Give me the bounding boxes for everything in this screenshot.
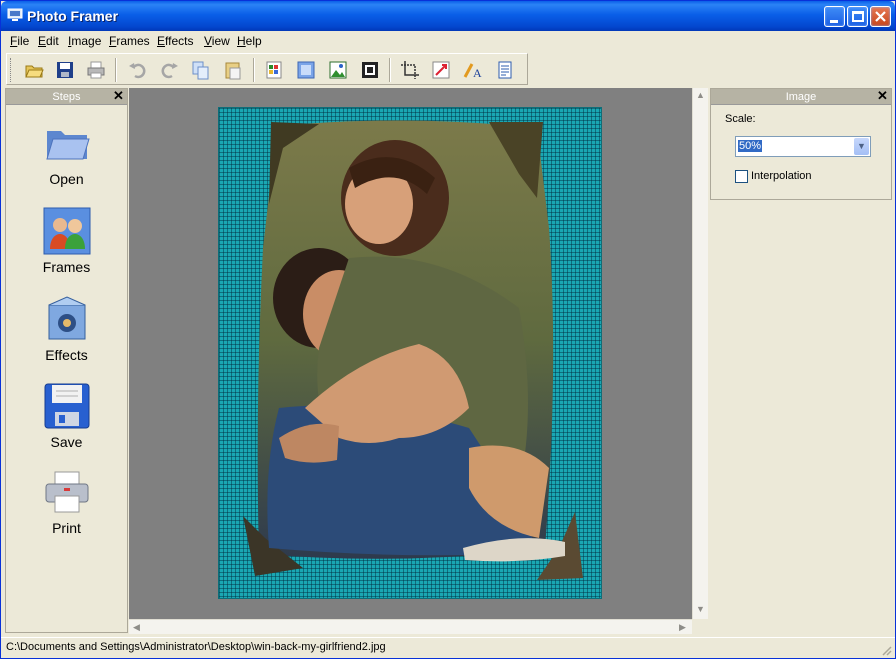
copy-icon[interactable] xyxy=(190,59,212,81)
page-icon[interactable] xyxy=(494,59,516,81)
image-icon[interactable] xyxy=(327,59,349,81)
steps-panel-close-icon[interactable]: ✕ xyxy=(113,89,125,102)
framed-photo[interactable] xyxy=(218,107,602,599)
svg-text:A: A xyxy=(473,66,482,80)
step-label: Frames xyxy=(42,259,91,275)
undo-icon[interactable] xyxy=(127,59,149,81)
border-icon[interactable] xyxy=(359,59,381,81)
step-frames[interactable]: Frames xyxy=(6,207,127,275)
toolbar-grip[interactable] xyxy=(10,58,13,82)
menu-edit[interactable]: Edit xyxy=(38,34,59,48)
menu-view[interactable]: View xyxy=(204,34,230,48)
people-icon xyxy=(43,207,90,255)
scroll-right-icon[interactable]: ▶ xyxy=(675,620,690,635)
frame-icon[interactable] xyxy=(295,59,317,81)
image-panel-header: Image xyxy=(711,89,891,105)
step-label: Open xyxy=(49,171,84,187)
toolbar-separator xyxy=(389,58,391,82)
image-panel-title: Image xyxy=(785,91,817,103)
status-bar: C:\Documents and Settings\Administrator\… xyxy=(1,637,895,658)
scroll-up-icon[interactable]: ▲ xyxy=(693,88,708,103)
paste-icon[interactable] xyxy=(222,59,244,81)
status-path: C:\Documents and Settings\Administrator\… xyxy=(6,641,386,653)
app-window: Photo Framer File Edit Image Frames Effe… xyxy=(0,0,896,659)
scale-label: Scale: xyxy=(725,113,756,125)
toolbar-separator xyxy=(115,58,117,82)
redo-icon[interactable] xyxy=(158,59,180,81)
menu-file[interactable]: File xyxy=(10,34,29,48)
chevron-down-icon[interactable]: ▼ xyxy=(854,138,869,155)
scale-select[interactable]: 50% ▼ xyxy=(735,136,871,157)
step-label: Save xyxy=(50,434,83,450)
resize-grip-icon[interactable] xyxy=(880,644,892,656)
menu-effects[interactable]: Effects xyxy=(157,34,193,48)
print-icon[interactable] xyxy=(85,59,107,81)
resize-icon[interactable] xyxy=(430,59,452,81)
steps-panel-header: Steps xyxy=(6,89,127,105)
step-label: Effects xyxy=(45,347,88,363)
menu-help[interactable]: Help xyxy=(237,34,262,48)
folder-icon xyxy=(45,131,90,160)
horizontal-scrollbar[interactable]: ◀ ▶ xyxy=(129,619,692,634)
scroll-down-icon[interactable]: ▼ xyxy=(693,602,708,617)
interpolation-checkbox[interactable] xyxy=(735,170,748,183)
vertical-scrollbar[interactable]: ▲ ▼ xyxy=(692,88,708,619)
crop-icon[interactable] xyxy=(399,59,421,81)
app-icon xyxy=(7,8,23,21)
effects-box-icon xyxy=(48,296,85,340)
close-button[interactable] xyxy=(870,6,891,27)
steps-panel: Steps ✕ Open Frames Effects Save Print xyxy=(5,88,128,633)
title-bar[interactable]: Photo Framer xyxy=(1,1,895,31)
save-icon[interactable] xyxy=(54,59,76,81)
interpolation-label[interactable]: Interpolation xyxy=(751,170,812,182)
scroll-left-icon[interactable]: ◀ xyxy=(129,620,144,635)
photo-image xyxy=(243,120,583,580)
image-panel-close-icon[interactable]: ✕ xyxy=(877,89,889,102)
color-icon[interactable] xyxy=(263,59,285,81)
step-print[interactable]: Print xyxy=(6,470,127,536)
maximize-button[interactable] xyxy=(847,6,868,27)
step-save[interactable]: Save xyxy=(6,382,127,450)
floppy-icon xyxy=(44,383,89,429)
open-icon[interactable] xyxy=(23,59,45,81)
step-open[interactable]: Open xyxy=(6,119,127,187)
steps-panel-title: Steps xyxy=(52,91,81,103)
text-icon[interactable]: A xyxy=(462,59,484,81)
menu-image[interactable]: Image xyxy=(68,34,101,48)
toolbar-separator xyxy=(253,58,255,82)
close-icon xyxy=(875,11,886,22)
menu-bar: File Edit Image Frames Effects View Help xyxy=(1,31,895,51)
printer-icon xyxy=(45,471,88,513)
toolbar: A xyxy=(6,53,528,85)
image-panel: Image ✕ Scale: 50% ▼ Interpolation xyxy=(710,88,892,200)
step-label: Print xyxy=(52,520,81,536)
window-title: Photo Framer xyxy=(27,8,119,24)
scale-value: 50% xyxy=(738,140,763,152)
minimize-button[interactable] xyxy=(824,6,845,27)
step-effects[interactable]: Effects xyxy=(6,295,127,363)
menu-frames[interactable]: Frames xyxy=(109,34,150,48)
